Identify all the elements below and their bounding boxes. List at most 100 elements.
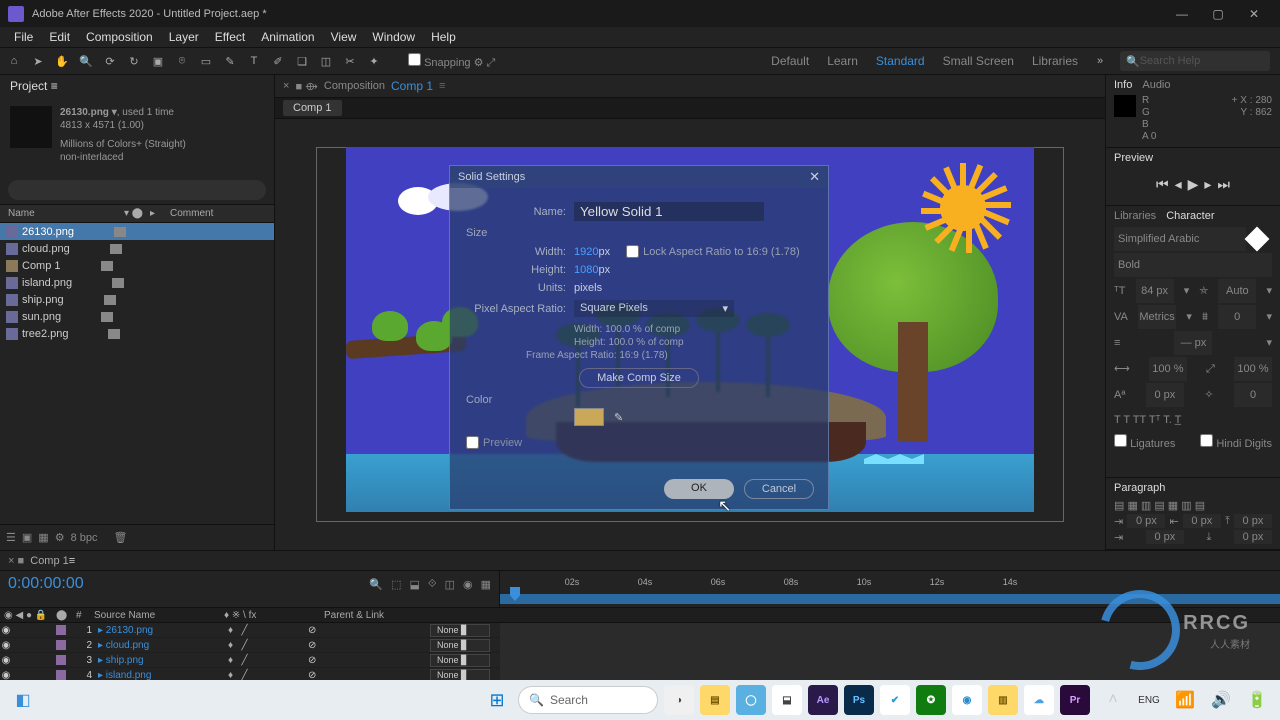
- tray-battery-icon[interactable]: 🔋: [1242, 685, 1272, 715]
- hand-tool-icon[interactable]: ✋: [52, 51, 72, 71]
- close-window-button[interactable]: ✕: [1236, 7, 1272, 21]
- taskbar-app-edge[interactable]: ◉: [952, 685, 982, 715]
- asset-item[interactable]: Comp 1: [0, 257, 274, 274]
- first-frame-button[interactable]: ⏮: [1156, 176, 1169, 193]
- solid-color-swatch[interactable]: [574, 408, 604, 426]
- project-settings-icon[interactable]: ⚙: [55, 531, 65, 544]
- menu-file[interactable]: File: [6, 30, 41, 44]
- brush-tool-icon[interactable]: ✐: [268, 51, 288, 71]
- asset-item[interactable]: sun.png: [0, 308, 274, 325]
- bpc-indicator[interactable]: 8 bpc: [71, 532, 98, 544]
- project-asset-list[interactable]: 26130.pngcloud.pngComp 1island.pngship.p…: [0, 223, 274, 524]
- asset-item[interactable]: 26130.png: [0, 223, 274, 240]
- height-input[interactable]: 1080: [574, 264, 598, 276]
- search-layers-icon[interactable]: 🔍: [369, 578, 383, 591]
- workspace-default[interactable]: Default: [771, 54, 809, 68]
- taskbar-app-check[interactable]: ✔: [880, 685, 910, 715]
- text-color-swatch[interactable]: [1245, 227, 1270, 252]
- start-button[interactable]: ⊞: [482, 685, 512, 715]
- delete-icon[interactable]: 🗑: [113, 531, 127, 544]
- help-search-input[interactable]: 🔍 Search Help: [1120, 51, 1270, 71]
- rotate-tool-icon[interactable]: ↻: [124, 51, 144, 71]
- lock-aspect-toggle[interactable]: Lock Aspect Ratio to 16:9 (1.78): [626, 245, 800, 258]
- home-button[interactable]: ⌂: [4, 51, 24, 71]
- tray-chevron-icon[interactable]: ˄: [1098, 685, 1128, 715]
- preview-toggle[interactable]: Preview: [466, 436, 812, 449]
- taskbar-app-edge-dev[interactable]: ◯: [736, 685, 766, 715]
- last-frame-button[interactable]: ⏭: [1217, 176, 1230, 193]
- new-comp-icon[interactable]: ▦: [38, 531, 48, 544]
- zoom-tool-icon[interactable]: 🔍: [76, 51, 96, 71]
- comp-mini-flowchart-icon[interactable]: ⬚: [391, 578, 401, 591]
- dialog-close-button[interactable]: ✕: [809, 169, 820, 185]
- layer-row[interactable]: ◉1▸ 26130.png♦ ╱⊘None ▊: [0, 623, 500, 638]
- eyedropper-icon[interactable]: ✎: [614, 411, 623, 424]
- project-search-input[interactable]: [8, 180, 266, 200]
- next-frame-button[interactable]: ▸: [1204, 176, 1211, 193]
- workspace-libraries[interactable]: Libraries: [1032, 54, 1078, 68]
- workspace-learn[interactable]: Learn: [827, 54, 858, 68]
- font-select[interactable]: Simplified Arabic: [1114, 227, 1246, 251]
- ok-button[interactable]: OK: [664, 479, 734, 499]
- taskbar-app-store[interactable]: ⬓: [772, 685, 802, 715]
- menu-view[interactable]: View: [323, 30, 365, 44]
- new-folder-icon[interactable]: ▣: [22, 531, 32, 544]
- snapping-toggle[interactable]: Snapping ⚙ ⤢: [408, 53, 495, 70]
- pen-tool-icon[interactable]: ✎: [220, 51, 240, 71]
- libraries-tab[interactable]: Libraries: [1114, 210, 1156, 222]
- taskbar-app-chat[interactable]: ☁: [1024, 685, 1054, 715]
- asset-item[interactable]: island.png: [0, 274, 274, 291]
- workspace-standard[interactable]: Standard: [876, 54, 925, 68]
- taskbar-app-explorer[interactable]: ▤: [700, 685, 730, 715]
- layer-row[interactable]: ◉3▸ ship.png♦ ╱⊘None ▊: [0, 653, 500, 668]
- shape-tool-icon[interactable]: ▭: [196, 51, 216, 71]
- pixel-aspect-select[interactable]: Square Pixels▾: [574, 300, 734, 317]
- menu-composition[interactable]: Composition: [78, 30, 161, 44]
- camera-tool-icon[interactable]: ▣: [148, 51, 168, 71]
- tracking-input[interactable]: 0: [1218, 305, 1256, 329]
- font-weight-select[interactable]: Bold: [1114, 253, 1272, 277]
- taskbar-app-ae[interactable]: Ae: [808, 685, 838, 715]
- current-time[interactable]: 0:00:00:00: [0, 571, 92, 597]
- clone-tool-icon[interactable]: ❏: [292, 51, 312, 71]
- taskbar-app-xbox[interactable]: ✪: [916, 685, 946, 715]
- menu-help[interactable]: Help: [423, 30, 464, 44]
- units-select[interactable]: pixels: [574, 282, 602, 294]
- motion-blur-icon[interactable]: ◉: [463, 578, 473, 591]
- font-size-input[interactable]: 84 px: [1136, 279, 1174, 303]
- close-tab-icon[interactable]: ×: [283, 80, 289, 92]
- asset-item[interactable]: cloud.png: [0, 240, 274, 257]
- make-comp-size-button[interactable]: Make Comp Size: [579, 368, 699, 388]
- play-button[interactable]: ▶: [1188, 176, 1199, 193]
- maximize-button[interactable]: ▢: [1200, 7, 1236, 21]
- ligatures-toggle[interactable]: Ligatures: [1114, 433, 1175, 455]
- project-tab[interactable]: Project ≡: [0, 75, 274, 100]
- prev-frame-button[interactable]: ◂: [1175, 176, 1182, 193]
- puppet-tool-icon[interactable]: ✦: [364, 51, 384, 71]
- taskbar-app-ps[interactable]: Ps: [844, 685, 874, 715]
- tab-menu-icon[interactable]: ≡: [439, 80, 445, 92]
- comp-tab[interactable]: Comp 1: [391, 79, 433, 93]
- taskbar-app-copilot[interactable]: ◑: [664, 685, 694, 715]
- width-input[interactable]: 1920: [574, 246, 598, 258]
- menu-window[interactable]: Window: [364, 30, 423, 44]
- selection-tool-icon[interactable]: ➤: [28, 51, 48, 71]
- leading-input[interactable]: Auto: [1218, 279, 1256, 303]
- interpret-footage-icon[interactable]: ☰: [6, 531, 16, 544]
- draft3d-icon[interactable]: ⬓: [410, 578, 420, 591]
- workspace-overflow-icon[interactable]: »: [1090, 51, 1110, 71]
- stroke-width-input[interactable]: — px: [1174, 331, 1212, 355]
- taskbar-widgets-icon[interactable]: ◧: [8, 685, 38, 715]
- asset-item[interactable]: ship.png: [0, 291, 274, 308]
- solid-name-input[interactable]: [574, 202, 764, 221]
- audio-tab[interactable]: Audio: [1142, 79, 1170, 91]
- asset-item[interactable]: tree2.png: [0, 325, 274, 342]
- layer-row[interactable]: ◉2▸ cloud.png♦ ╱⊘None ▊: [0, 638, 500, 653]
- minimize-button[interactable]: —: [1164, 7, 1200, 21]
- comp-breadcrumb[interactable]: Comp 1: [283, 100, 342, 116]
- cancel-button[interactable]: Cancel: [744, 479, 814, 499]
- menu-layer[interactable]: Layer: [161, 30, 207, 44]
- pan-behind-tool-icon[interactable]: ⌾: [172, 51, 192, 71]
- info-tab[interactable]: Info: [1114, 79, 1132, 91]
- tray-wifi-icon[interactable]: 📶: [1170, 685, 1200, 715]
